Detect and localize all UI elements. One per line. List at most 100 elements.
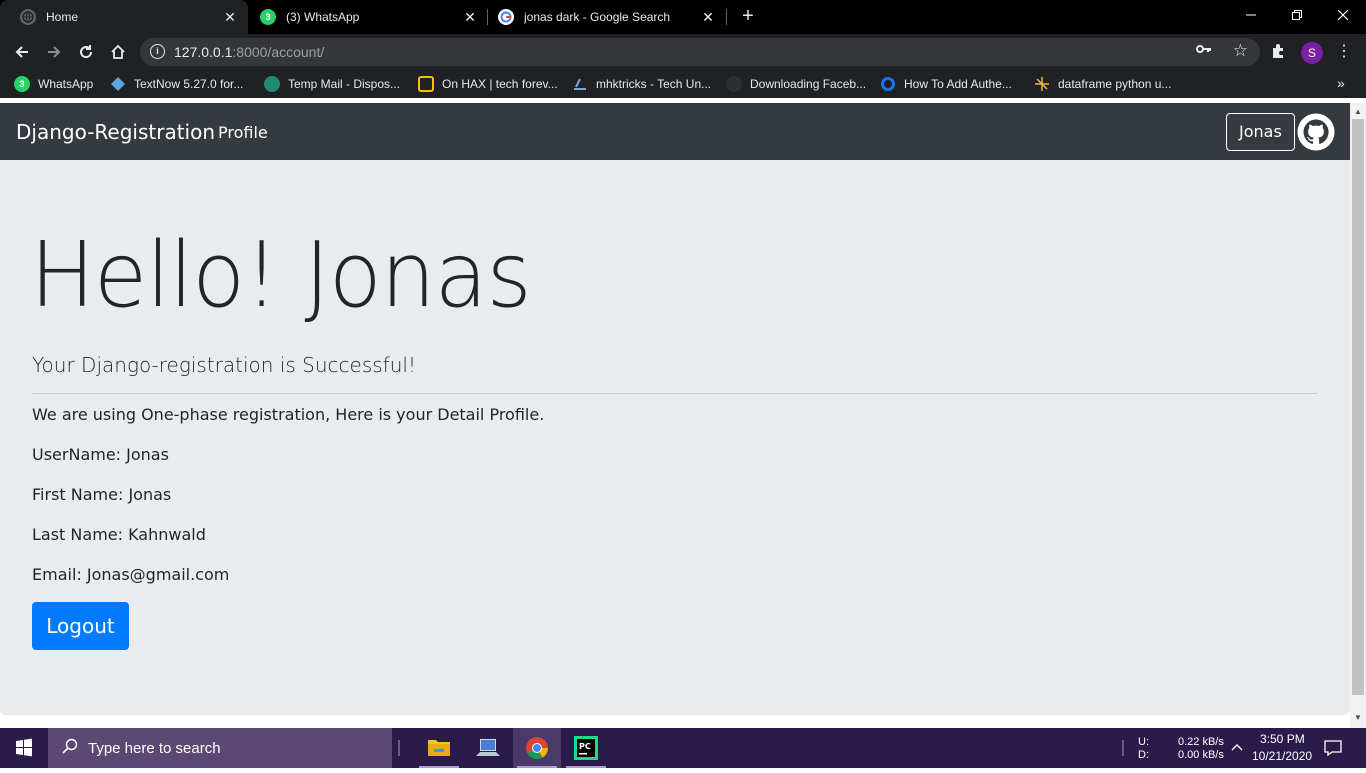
tray-chevron-up-icon[interactable] — [1230, 740, 1244, 757]
bookmark-label: dataframe python u... — [1058, 77, 1172, 91]
user-button[interactable]: Jonas — [1226, 113, 1295, 151]
clock-date[interactable]: 10/21/2020 — [1252, 749, 1312, 763]
dataframe-icon — [1034, 76, 1050, 92]
github-icon[interactable] — [1297, 113, 1335, 151]
profile-first-name: First Name: Jonas — [32, 485, 172, 504]
bookmark-howto[interactable]: How To Add Authe... — [880, 76, 1012, 92]
viewport-bottom-gap — [0, 715, 1350, 728]
close-tab-icon[interactable]: ✕ — [700, 9, 716, 26]
howto-icon — [880, 76, 896, 92]
textnow-icon — [110, 76, 126, 92]
onhax-icon — [418, 76, 434, 92]
notification-icon[interactable] — [1324, 739, 1342, 760]
windows-taskbar: Type here to search PC U: D: 0.22 kB/s 0… — [0, 728, 1366, 768]
restore-icon — [1292, 10, 1302, 20]
profile-avatar[interactable]: S — [1301, 42, 1323, 64]
profile-last-name: Last Name: Kahnwald — [32, 525, 206, 544]
profile-email: Email: Jonas@gmail.com — [32, 565, 230, 584]
close-tab-icon[interactable]: ✕ — [462, 9, 478, 26]
whatsapp-icon: 3 — [260, 9, 276, 25]
globe-icon — [20, 9, 36, 25]
lead-text: Your Django-registration is Successful! — [32, 353, 416, 377]
bookmark-label: TextNow 5.27.0 for... — [134, 77, 244, 91]
key-icon[interactable] — [1196, 43, 1212, 58]
url-text: 127.0.0.1:8000/account/ — [174, 44, 324, 60]
tab-title: (3) WhatsApp — [286, 10, 360, 24]
tab-whatsapp[interactable]: 3 (3) WhatsApp ✕ — [240, 0, 488, 34]
net-upload-label: U: — [1138, 736, 1149, 748]
svg-text:PC: PC — [579, 742, 591, 751]
tab-title: Home — [46, 10, 79, 24]
bookmarks-bar: 3 WhatsApp TextNow 5.27.0 for... Temp Ma… — [0, 70, 1366, 98]
close-window-button[interactable] — [1320, 0, 1366, 30]
address-bar[interactable]: i 127.0.0.1:8000/account/ ☆ — [140, 38, 1260, 66]
tray-divider — [1122, 740, 1124, 756]
tab-divider — [726, 9, 727, 25]
bookmark-dataframe[interactable]: dataframe python u... — [1034, 76, 1171, 92]
extensions-icon[interactable] — [1270, 43, 1286, 63]
site-navbar: Django-Registration Profile Jonas — [0, 103, 1350, 160]
taskbar-divider — [398, 740, 400, 756]
bookmark-tempmail[interactable]: Temp Mail - Dispos... — [264, 76, 400, 92]
tab-strip: Home ✕ 3 (3) WhatsApp ✕ jonas dark - Goo… — [0, 0, 1366, 34]
pycharm-icon[interactable]: PC — [562, 728, 610, 768]
divider — [32, 393, 1317, 394]
url-host: 127.0.0.1 — [174, 44, 233, 60]
arrow-right-icon — [48, 46, 61, 58]
clock-time[interactable]: 3:50 PM — [1260, 732, 1305, 746]
net-download-rate: 0.00 kB/s — [1178, 749, 1224, 761]
reload-button[interactable] — [72, 38, 100, 66]
bookmark-mhktricks[interactable]: mhktricks - Tech Un... — [572, 76, 711, 92]
back-button[interactable] — [8, 38, 36, 66]
facebook-icon — [726, 76, 742, 92]
menu-kebab-icon[interactable]: ⋮ — [1336, 42, 1352, 62]
bookmark-label: Temp Mail - Dispos... — [288, 77, 401, 91]
intro-text: We are using One-phase registration, Her… — [32, 405, 545, 424]
new-tab-button[interactable]: + — [736, 5, 760, 29]
profile-username: UserName: Jonas — [32, 445, 169, 464]
minimize-button[interactable] — [1228, 0, 1274, 30]
bookmark-label: Downloading Faceb... — [750, 77, 867, 91]
chrome-icon[interactable] — [513, 728, 561, 768]
scroll-down-icon[interactable]: ▼ — [1354, 713, 1362, 722]
close-tab-icon[interactable]: ✕ — [222, 9, 238, 26]
page-title: Hello! Jonas — [30, 223, 532, 328]
google-icon — [498, 9, 514, 25]
navbar-brand[interactable]: Django-Registration — [16, 120, 215, 144]
net-download-label: D: — [1138, 749, 1149, 761]
restore-button[interactable] — [1274, 0, 1320, 30]
bookmark-label: How To Add Authe... — [904, 77, 1012, 91]
home-button[interactable] — [104, 38, 132, 66]
tab-title: jonas dark - Google Search — [524, 10, 671, 24]
mhktricks-icon — [572, 76, 588, 92]
bookmarks-overflow-icon[interactable]: » — [1337, 75, 1345, 91]
scroll-up-icon[interactable]: ▲ — [1354, 107, 1362, 116]
reload-icon — [80, 45, 93, 59]
logout-button[interactable]: Logout — [32, 602, 129, 650]
tab-google-search[interactable]: jonas dark - Google Search ✕ — [478, 0, 726, 34]
file-explorer-icon[interactable] — [415, 728, 463, 768]
search-icon — [62, 738, 78, 754]
bookmark-label: mhktricks - Tech Un... — [596, 77, 712, 91]
page-scrollbar[interactable]: ▲ ▼ — [1350, 103, 1366, 728]
tempmail-icon — [264, 76, 280, 92]
start-button[interactable] — [0, 728, 48, 768]
browser-toolbar: i 127.0.0.1:8000/account/ ☆ S ⋮ — [0, 34, 1366, 70]
net-upload-rate: 0.22 kB/s — [1178, 736, 1224, 748]
close-icon — [1338, 10, 1348, 20]
bookmark-facebook[interactable]: Downloading Faceb... — [726, 76, 866, 92]
tab-home[interactable]: Home ✕ — [0, 0, 248, 34]
taskbar-search[interactable]: Type here to search — [48, 728, 392, 768]
bookmark-textnow[interactable]: TextNow 5.27.0 for... — [110, 76, 243, 92]
forward-button[interactable] — [40, 38, 68, 66]
bookmark-whatsapp[interactable]: 3 WhatsApp — [14, 76, 93, 92]
page-viewport: Django-Registration Profile Jonas Hello!… — [0, 103, 1350, 715]
search-placeholder: Type here to search — [88, 740, 221, 757]
bookmark-star-icon[interactable]: ☆ — [1233, 41, 1248, 61]
site-info-icon[interactable]: i — [150, 44, 165, 59]
url-path: :8000/account/ — [232, 44, 325, 60]
bookmark-onhax[interactable]: On HAX | tech forev... — [418, 76, 558, 92]
nav-link-profile[interactable]: Profile — [218, 123, 268, 142]
scrollbar-thumb[interactable] — [1352, 119, 1364, 695]
laptop-icon[interactable] — [464, 728, 512, 768]
